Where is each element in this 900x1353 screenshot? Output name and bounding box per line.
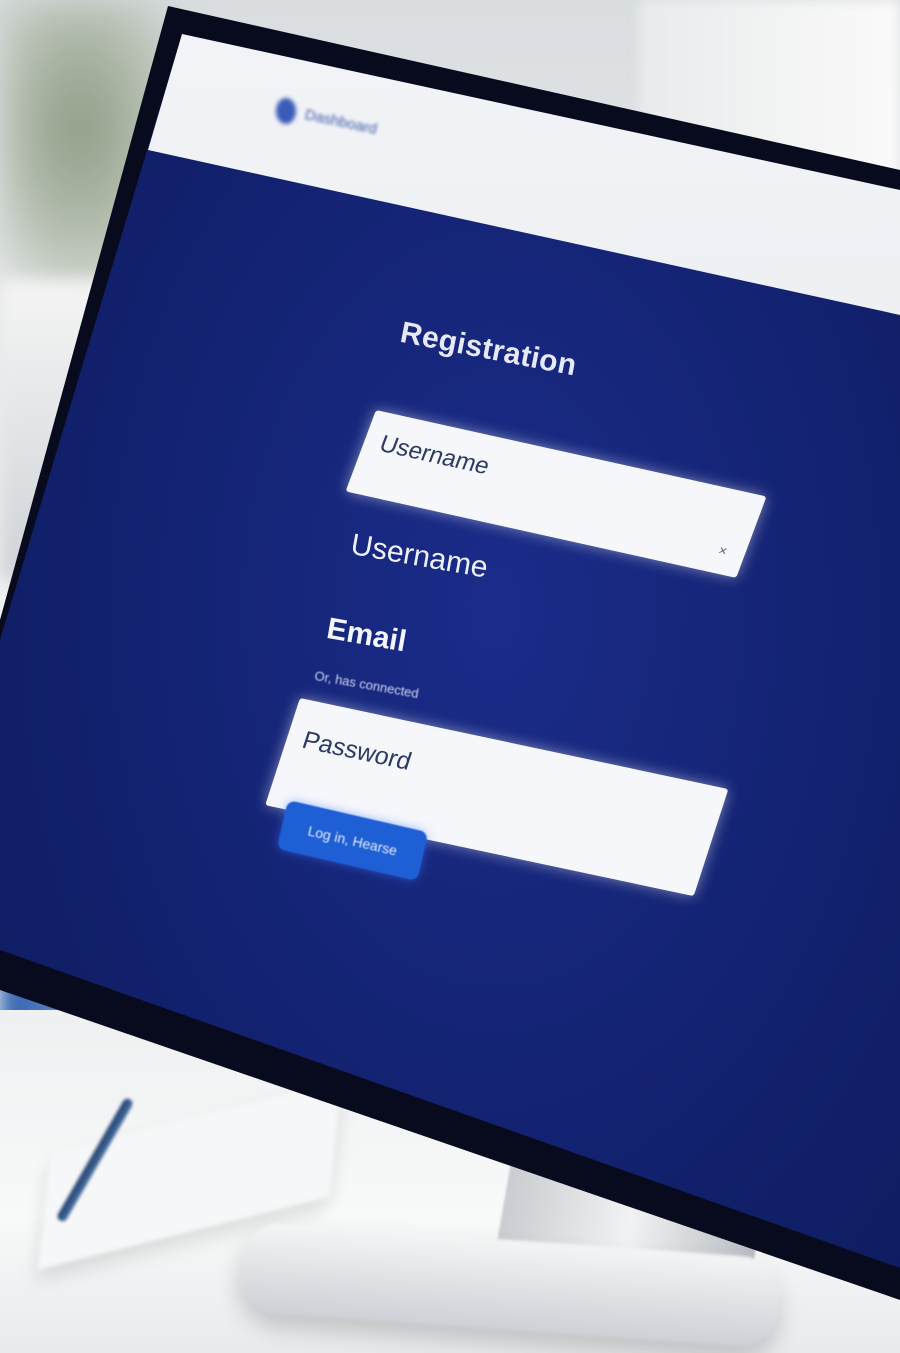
username-placeholder: Username <box>375 430 494 480</box>
app-logo-icon[interactable] <box>276 98 296 124</box>
password-placeholder: Password <box>298 726 415 776</box>
close-icon[interactable]: × <box>716 542 730 559</box>
